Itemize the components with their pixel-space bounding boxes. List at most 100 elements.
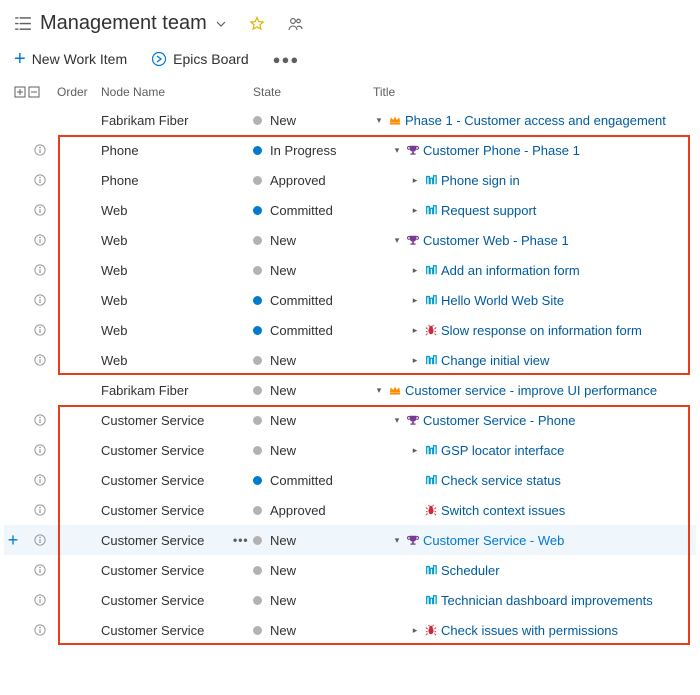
title-text[interactable]: Check service status [441,473,561,488]
caret-icon[interactable]: ▾ [391,535,403,546]
caret-icon[interactable]: ▾ [373,385,385,396]
title-text[interactable]: Request support [441,203,536,218]
info-icon[interactable] [22,174,57,186]
info-icon[interactable] [22,504,57,516]
title-cell[interactable]: ▸ Check issues with permissions [373,623,696,638]
info-icon[interactable] [22,234,57,246]
table-row[interactable]: Web Committed ▸ Request support [4,195,696,225]
info-icon[interactable] [22,594,57,606]
title-cell[interactable]: ▾ Customer Service - Web [373,533,696,548]
row-more-icon[interactable]: ••• [233,533,253,547]
table-row[interactable]: Customer Service Committed Check service… [4,465,696,495]
info-icon[interactable] [22,204,57,216]
new-work-item-button[interactable]: + New Work Item [14,51,127,67]
table-row[interactable]: Web New ▾ Customer Web - Phase 1 [4,225,696,255]
info-icon[interactable] [22,564,57,576]
title-text[interactable]: Customer Web - Phase 1 [423,233,569,248]
title-cell[interactable]: Scheduler [373,563,696,578]
caret-icon[interactable]: ▸ [409,355,421,366]
table-row[interactable]: Fabrikam Fiber New ▾ Customer service - … [4,375,696,405]
title-cell[interactable]: ▸ Request support [373,203,696,218]
title-text[interactable]: Phase 1 - Customer access and engagement [405,113,666,128]
table-row[interactable]: Fabrikam Fiber New ▾ Phase 1 - Customer … [4,105,696,135]
title-cell[interactable]: ▸ Phone sign in [373,173,696,188]
board-icon [425,354,437,366]
info-icon[interactable] [22,474,57,486]
title-cell[interactable]: ▸ GSP locator interface [373,443,696,458]
title-text[interactable]: Add an information form [441,263,580,278]
caret-icon[interactable]: ▾ [391,235,403,246]
caret-icon[interactable]: ▸ [409,205,421,216]
title-cell[interactable]: Switch context issues [373,503,696,518]
col-state[interactable]: State [253,85,373,99]
info-icon[interactable] [22,444,57,456]
caret-icon[interactable]: ▸ [409,625,421,636]
caret-icon[interactable]: ▸ [409,445,421,456]
title-text[interactable]: Phone sign in [441,173,520,188]
table-row[interactable]: Customer Service New ▸ Check issues with… [4,615,696,645]
table-row[interactable]: Web New ▸ Change initial view [4,345,696,375]
table-row[interactable]: Customer Service Approved Switch context… [4,495,696,525]
title-text[interactable]: Customer Service - Phone [423,413,575,428]
info-icon[interactable] [22,324,57,336]
title-text[interactable]: Switch context issues [441,503,565,518]
chevron-down-icon[interactable] [215,18,227,30]
title-text[interactable]: Customer Phone - Phase 1 [423,143,580,158]
caret-icon[interactable]: ▸ [409,325,421,336]
title-text[interactable]: Check issues with permissions [441,623,618,638]
title-text[interactable]: Customer Service - Web [423,533,564,548]
table-row[interactable]: Web Committed ▸ Slow response on informa… [4,315,696,345]
title-text[interactable]: Change initial view [441,353,549,368]
table-row[interactable]: Web New ▸ Add an information form [4,255,696,285]
title-cell[interactable]: ▾ Customer Phone - Phase 1 [373,143,696,158]
title-text[interactable]: Technician dashboard improvements [441,593,653,608]
table-row[interactable]: Phone In Progress ▾ Customer Phone - Pha… [4,135,696,165]
title-cell[interactable]: ▾ Customer service - improve UI performa… [373,383,696,398]
table-row[interactable]: Web Committed ▸ Hello World Web Site [4,285,696,315]
table-row[interactable]: Phone Approved ▸ Phone sign in [4,165,696,195]
info-icon[interactable] [22,534,57,546]
title-cell[interactable]: ▸ Change initial view [373,353,696,368]
title-text[interactable]: Customer service - improve UI performanc… [405,383,657,398]
info-icon[interactable] [22,414,57,426]
table-row[interactable]: Customer Service New ▾ Customer Service … [4,405,696,435]
caret-icon[interactable]: ▾ [391,415,403,426]
table-row[interactable]: Customer Service New ▸ GSP locator inter… [4,435,696,465]
add-row-button[interactable]: + [4,530,22,551]
caret-icon[interactable]: ▸ [409,265,421,276]
title-cell[interactable]: ▸ Slow response on information form [373,323,696,338]
caret-icon[interactable]: ▸ [409,295,421,306]
title-text[interactable]: Hello World Web Site [441,293,564,308]
team-icon[interactable] [287,16,303,32]
col-title[interactable]: Title [373,85,696,99]
title-cell[interactable]: ▾ Customer Web - Phase 1 [373,233,696,248]
title-cell[interactable]: ▸ Hello World Web Site [373,293,696,308]
info-icon[interactable] [22,624,57,636]
trophy-icon [407,534,419,546]
title-cell[interactable]: ▾ Phase 1 - Customer access and engageme… [373,113,696,128]
info-icon[interactable] [22,264,57,276]
table-row[interactable]: + Customer Service ••• New ▾ Customer Se… [4,525,696,555]
title-cell[interactable]: ▸ Add an information form [373,263,696,278]
info-icon[interactable] [22,144,57,156]
info-icon[interactable] [22,294,57,306]
title-cell[interactable]: Technician dashboard improvements [373,593,696,608]
title-text[interactable]: Scheduler [441,563,500,578]
caret-icon[interactable]: ▾ [373,115,385,126]
title-cell[interactable]: ▾ Customer Service - Phone [373,413,696,428]
table-row[interactable]: Customer Service New Scheduler [4,555,696,585]
more-icon[interactable]: ●●● [273,52,300,67]
col-order[interactable]: Order [57,85,101,99]
caret-icon[interactable]: ▾ [391,145,403,156]
table-row[interactable]: Customer Service New Technician dashboar… [4,585,696,615]
title-text[interactable]: Slow response on information form [441,323,642,338]
star-icon[interactable] [249,16,265,32]
title-cell[interactable]: Check service status [373,473,696,488]
title-text[interactable]: GSP locator interface [441,443,564,458]
collapse-all-icon[interactable] [28,86,40,98]
col-node[interactable]: Node Name [101,85,253,99]
info-icon[interactable] [22,354,57,366]
epics-board-button[interactable]: Epics Board [151,51,248,67]
expand-all-icon[interactable] [14,86,26,98]
caret-icon[interactable]: ▸ [409,175,421,186]
